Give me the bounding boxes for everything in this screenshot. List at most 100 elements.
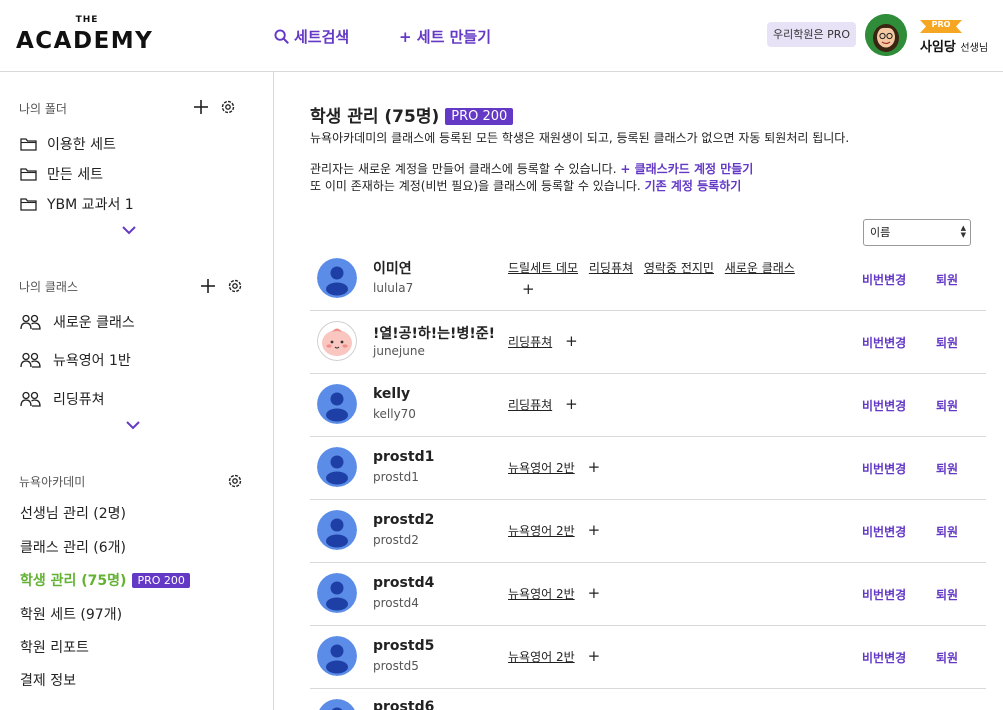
withdraw-button[interactable]: 퇴원 [936, 271, 958, 288]
ribbon-label: PRO [931, 20, 951, 29]
student-management-label: 학생 관리 (75명) [20, 573, 127, 589]
academy-settings-gear-icon[interactable] [226, 472, 244, 490]
sort-select[interactable]: 이름 ▲ ▼ [863, 219, 971, 246]
change-password-button[interactable]: 비번변경 [862, 649, 906, 666]
table-row: 이미연 lulula7 드릴세트 데모 리딩퓨쳐 영락중 전지민 새로운 클래스… [310, 248, 986, 311]
classes-expand-chevron-down-icon[interactable] [125, 419, 141, 431]
change-password-button[interactable]: 비번변경 [862, 460, 906, 477]
change-password-button[interactable]: 비번변경 [862, 523, 906, 540]
student-name: prostd4 [373, 575, 435, 591]
student-avatar [317, 510, 357, 550]
class-link[interactable]: 뉴욕영어 2반 [508, 587, 575, 601]
folders-expand-chevron-down-icon[interactable] [121, 224, 137, 236]
add-class-plus-icon[interactable]: + [588, 647, 601, 665]
people-icon [20, 391, 41, 407]
class-link[interactable]: 리딩퓨쳐 [508, 335, 552, 349]
main-content: 학생 관리 (75명) PRO 200 뉴욕아카데미의 클래스에 등록된 모든 학… [274, 72, 1003, 710]
register-existing-account-link[interactable]: 기존 계정 등록하기 [645, 179, 742, 193]
sidebar-student-management[interactable]: 학생 관리 (75명) PRO 200 [20, 570, 190, 590]
class-settings-gear-icon[interactable] [226, 277, 244, 295]
top-header: THE ACADEMY 세트검색 + 세트 만들기 우리학원은 PRO PRO … [0, 0, 1003, 72]
class-link[interactable]: 뉴욕영어 2반 [508, 650, 575, 664]
withdraw-button[interactable]: 퇴원 [936, 460, 958, 477]
change-password-button[interactable]: 비번변경 [862, 334, 906, 351]
class-link[interactable]: 리딩퓨쳐 [589, 261, 633, 275]
student-avatar [317, 258, 357, 298]
withdraw-button[interactable]: 퇴원 [936, 397, 958, 414]
academy-logo[interactable]: THE ACADEMY [16, 15, 158, 55]
add-class-plus-icon[interactable] [199, 277, 217, 295]
add-class-plus-icon[interactable]: + [588, 521, 601, 539]
withdraw-button[interactable]: 퇴원 [936, 586, 958, 603]
sidebar-academy-sets[interactable]: 학원 세트 (97개) [20, 604, 122, 624]
user-name[interactable]: 사임당 선생님 [920, 36, 988, 55]
sort-select-value: 이름 [870, 226, 891, 239]
student-id: lulula7 [373, 281, 414, 295]
sidebar-class-newyork-1[interactable]: 뉴욕영어 1반 [20, 350, 131, 370]
student-avatar [317, 636, 357, 676]
folders-section-title: 나의 폴더 [19, 102, 67, 116]
class-link[interactable]: 리딩퓨쳐 [508, 398, 552, 412]
class-link[interactable]: 영락중 전지민 [644, 261, 714, 275]
student-name: prostd1 [373, 449, 435, 465]
sidebar-teacher-management[interactable]: 선생님 관리 (2명) [20, 503, 126, 523]
page-title: 학생 관리 (75명) PRO 200 [310, 102, 514, 127]
student-avatar [317, 573, 357, 613]
sidebar-class-new[interactable]: 새로운 클래스 [20, 312, 135, 332]
default-user-icon [317, 573, 357, 613]
add-class-plus-icon[interactable]: + [522, 280, 535, 298]
default-user-icon [317, 447, 357, 487]
student-avatar [317, 384, 357, 424]
sidebar-folder-label: 만든 세트 [47, 167, 103, 183]
select-arrows-icon: ▲ ▼ [960, 224, 966, 239]
student-classes: 리딩퓨쳐 + [508, 395, 808, 413]
sidebar-class-management[interactable]: 클래스 관리 (6개) [20, 537, 126, 557]
class-link[interactable]: 새로운 클래스 [725, 261, 795, 275]
add-class-plus-icon[interactable]: + [565, 395, 578, 413]
student-classes: 뉴욕영어 2반 + [508, 647, 808, 665]
add-class-plus-icon[interactable]: + [588, 584, 601, 602]
sidebar-folder-ybm[interactable]: YBM 교과서 1 [20, 194, 134, 214]
sidebar-folder-label: 이용한 세트 [47, 137, 116, 153]
sidebar-class-reading-future[interactable]: 리딩퓨쳐 [20, 389, 105, 409]
table-row: prostd6 [310, 689, 986, 710]
student-id: prostd5 [373, 659, 419, 673]
change-password-button[interactable]: 비번변경 [862, 586, 906, 603]
student-classes: 뉴욕영어 2반 + [508, 584, 808, 602]
sidebar-academy-report[interactable]: 학원 리포트 [20, 637, 89, 657]
change-password-button[interactable]: 비번변경 [862, 397, 906, 414]
default-user-icon [317, 510, 357, 550]
folder-icon [20, 198, 37, 211]
sidebar-class-label: 새로운 클래스 [53, 315, 135, 331]
sidebar-billing-info[interactable]: 결제 정보 [20, 670, 76, 690]
table-row: prostd1 prostd1 뉴욕영어 2반 + 비번변경 퇴원 [310, 437, 986, 500]
student-id: prostd2 [373, 533, 419, 547]
change-password-button[interactable]: 비번변경 [862, 271, 906, 288]
class-link[interactable]: 뉴욕영어 2반 [508, 524, 575, 538]
academy-pro-badge: 우리학원은 PRO [767, 22, 857, 47]
add-class-plus-icon[interactable]: + [588, 458, 601, 476]
student-name: kelly [373, 386, 411, 402]
folder-settings-gear-icon[interactable] [219, 98, 237, 116]
withdraw-button[interactable]: 퇴원 [936, 334, 958, 351]
classes-section-title: 나의 클래스 [19, 280, 79, 294]
description-line-3: 또 이미 존재하는 계정(비번 필요)을 클래스에 등록할 수 있습니다. 기존… [310, 177, 741, 194]
student-id: prostd1 [373, 470, 419, 484]
table-row: prostd4 prostd4 뉴욕영어 2반 + 비번변경 퇴원 [310, 563, 986, 626]
user-avatar[interactable] [865, 14, 907, 56]
nav-create-set[interactable]: + 세트 만들기 [399, 26, 491, 47]
people-icon [20, 352, 41, 368]
add-folder-plus-icon[interactable] [192, 98, 210, 116]
withdraw-button[interactable]: 퇴원 [936, 649, 958, 666]
create-account-link[interactable]: + 클래스카드 계정 만들기 [620, 162, 753, 176]
sidebar-folder-made-sets[interactable]: 만든 세트 [20, 164, 103, 184]
user-name-text: 사임당 [920, 40, 956, 55]
class-link[interactable]: 뉴욕영어 2반 [508, 461, 575, 475]
withdraw-button[interactable]: 퇴원 [936, 523, 958, 540]
student-id: junejune [373, 344, 425, 358]
sidebar-class-label: 뉴욕영어 1반 [53, 353, 131, 369]
add-class-plus-icon[interactable]: + [565, 332, 578, 350]
sidebar-folder-used-sets[interactable]: 이용한 세트 [20, 134, 116, 154]
nav-search-sets[interactable]: 세트검색 [274, 26, 349, 47]
class-link[interactable]: 드릴세트 데모 [508, 261, 578, 275]
